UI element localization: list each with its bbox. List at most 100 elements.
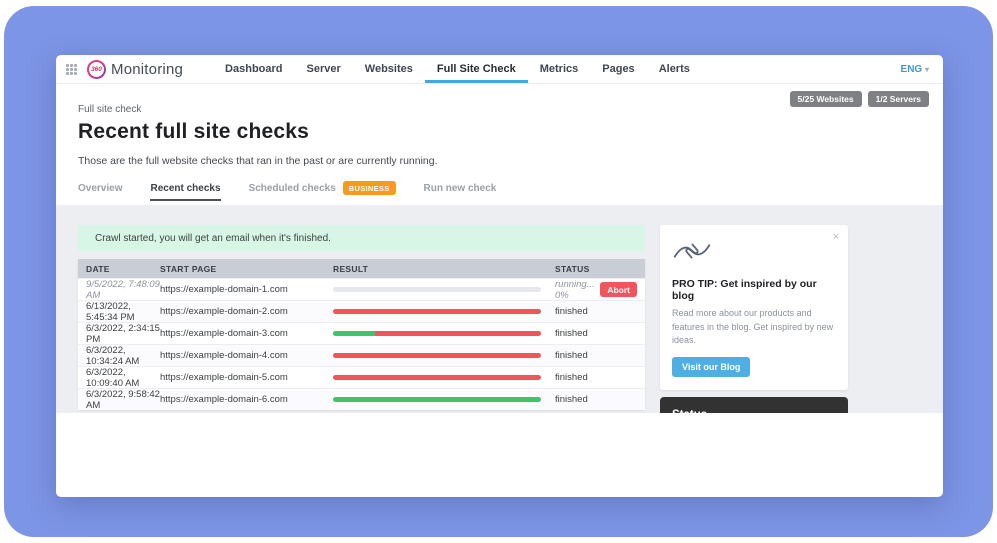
cell-start-page: https://example-domain-6.com bbox=[160, 394, 333, 405]
status-text: finished bbox=[555, 328, 588, 339]
crawl-started-alert: Crawl started, you will get an email whe… bbox=[78, 225, 645, 251]
progress-bar bbox=[333, 331, 541, 336]
handshake-icon bbox=[672, 237, 712, 265]
checks-column: Crawl started, you will get an email whe… bbox=[78, 225, 645, 413]
tab-run-new-check[interactable]: Run new check bbox=[424, 183, 497, 201]
nav-item-pages[interactable]: Pages bbox=[590, 55, 646, 83]
progress-bar bbox=[333, 353, 541, 358]
cell-status: finished bbox=[555, 372, 645, 383]
status-text: finished bbox=[555, 394, 588, 405]
status-text: finished bbox=[555, 306, 588, 317]
tab-label: Run new check bbox=[424, 183, 497, 194]
sidebar: × PRO TIP: Get inspired by our blog Read… bbox=[660, 225, 848, 413]
progress-segment bbox=[333, 397, 541, 402]
progress-bar bbox=[333, 375, 541, 380]
nav-item-websites[interactable]: Websites bbox=[353, 55, 425, 83]
cell-start-page: https://example-domain-1.com bbox=[160, 284, 333, 295]
cell-result bbox=[333, 397, 555, 402]
cell-start-page: https://example-domain-5.com bbox=[160, 372, 333, 383]
tab-label: Overview bbox=[78, 183, 122, 194]
page-title: Recent full site checks bbox=[78, 120, 921, 144]
cell-start-page: https://example-domain-3.com bbox=[160, 328, 333, 339]
brand-logo[interactable]: 360 Monitoring bbox=[87, 55, 183, 83]
apps-grid-icon[interactable] bbox=[66, 64, 77, 75]
usage-badge-0: 5/25 Websites bbox=[790, 91, 862, 107]
cell-date: 9/5/2022, 7:48:09 AM bbox=[78, 279, 160, 301]
cell-result bbox=[333, 309, 555, 314]
protip-card: × PRO TIP: Get inspired by our blog Read… bbox=[660, 225, 848, 390]
table-row: 6/3/2022, 10:34:24 AMhttps://example-dom… bbox=[78, 344, 645, 366]
tab-bar: Overview Recent checks Scheduled checksBUS… bbox=[78, 181, 921, 202]
top-navigation: 360 Monitoring DashboardServerWebsitesFu… bbox=[56, 55, 943, 84]
table-row: 6/3/2022, 2:34:15 PMhttps://example-doma… bbox=[78, 322, 645, 344]
progress-segment bbox=[333, 309, 541, 314]
language-selector[interactable]: ENG ▾ bbox=[901, 64, 929, 75]
status-text: finished bbox=[555, 350, 588, 361]
progress-segment bbox=[333, 353, 541, 358]
table-row: 6/3/2022, 9:58:42 AMhttps://example-doma… bbox=[78, 388, 645, 410]
alert-message: Crawl started, you will get an email whe… bbox=[95, 233, 331, 244]
status-panel: Status SERVERS0 open alert(s)0 servers d… bbox=[660, 397, 848, 414]
cell-status: finished bbox=[555, 306, 645, 317]
cell-result bbox=[333, 375, 555, 380]
cell-status: finished bbox=[555, 350, 645, 361]
progress-bar bbox=[333, 309, 541, 314]
brand-name: Monitoring bbox=[111, 61, 183, 78]
visit-blog-button[interactable]: Visit our Blog bbox=[672, 357, 750, 377]
progress-bar bbox=[333, 397, 541, 402]
column-header-status: STATUS bbox=[555, 264, 645, 274]
table-row: 9/5/2022, 7:48:09 AMhttps://example-doma… bbox=[78, 278, 645, 300]
progress-bar bbox=[333, 287, 541, 292]
nav-item-server[interactable]: Server bbox=[295, 55, 353, 83]
close-icon[interactable]: × bbox=[833, 232, 839, 243]
cell-start-page: https://example-domain-4.com bbox=[160, 350, 333, 361]
tab-overview[interactable]: Overview bbox=[78, 183, 122, 201]
protip-body: Read more about our products and feature… bbox=[672, 307, 836, 348]
cell-result bbox=[333, 331, 555, 336]
logo-360-icon: 360 bbox=[87, 60, 106, 79]
progress-segment bbox=[333, 331, 375, 336]
nav-item-alerts[interactable]: Alerts bbox=[647, 55, 702, 83]
cell-date: 6/3/2022, 2:34:15 PM bbox=[78, 323, 160, 345]
cell-status: running... 0% Abort bbox=[555, 279, 645, 301]
column-header-date: DATE bbox=[78, 264, 160, 274]
protip-title: PRO TIP: Get inspired by our blog bbox=[672, 278, 836, 302]
main-nav: DashboardServerWebsitesFull Site CheckMe… bbox=[213, 55, 702, 83]
language-label: ENG bbox=[901, 64, 923, 75]
cell-date: 6/3/2022, 10:09:40 AM bbox=[78, 367, 160, 389]
nav-item-full-site-check[interactable]: Full Site Check bbox=[425, 55, 528, 83]
stage: 360 Monitoring DashboardServerWebsitesFu… bbox=[0, 0, 997, 543]
progress-segment bbox=[375, 331, 541, 336]
nav-item-metrics[interactable]: Metrics bbox=[528, 55, 591, 83]
checks-table: DATESTART PAGERESULTSTATUS 9/5/2022, 7:4… bbox=[78, 259, 645, 410]
app-window: 360 Monitoring DashboardServerWebsitesFu… bbox=[56, 55, 943, 497]
tab-label: Recent checks bbox=[150, 183, 220, 194]
table-body: 9/5/2022, 7:48:09 AMhttps://example-doma… bbox=[78, 278, 645, 410]
cell-status: finished bbox=[555, 394, 645, 405]
usage-badges: 5/25 Websites 1/2 Servers bbox=[790, 91, 929, 107]
cell-date: 6/3/2022, 9:58:42 AM bbox=[78, 389, 160, 411]
usage-badge-1: 1/2 Servers bbox=[868, 91, 929, 107]
cell-status: finished bbox=[555, 328, 645, 339]
tab-scheduled-checks[interactable]: Scheduled checksBUSINESS bbox=[249, 181, 396, 202]
cell-start-page: https://example-domain-2.com bbox=[160, 306, 333, 317]
page-header: 5/25 Websites1/2 Servers Full site check… bbox=[56, 84, 943, 205]
table-header-row: DATESTART PAGERESULTSTATUS bbox=[78, 259, 645, 278]
business-badge: BUSINESS bbox=[343, 181, 396, 195]
abort-button[interactable]: Abort bbox=[600, 282, 637, 297]
status-text: running... 0% bbox=[555, 279, 595, 301]
status-text: finished bbox=[555, 372, 588, 383]
page-subtitle: Those are the full website checks that r… bbox=[78, 155, 921, 167]
table-row: 6/3/2022, 10:09:40 AMhttps://example-dom… bbox=[78, 366, 645, 388]
table-row: 6/13/2022, 5:45:34 PMhttps://example-dom… bbox=[78, 300, 645, 322]
column-header-start-page: START PAGE bbox=[160, 264, 333, 274]
chevron-down-icon: ▾ bbox=[925, 65, 929, 74]
cell-date: 6/3/2022, 10:34:24 AM bbox=[78, 345, 160, 367]
cell-result bbox=[333, 287, 555, 292]
nav-item-dashboard[interactable]: Dashboard bbox=[213, 55, 294, 83]
tab-recent-checks[interactable]: Recent checks bbox=[150, 183, 220, 201]
status-panel-title: Status bbox=[672, 409, 836, 414]
cell-date: 6/13/2022, 5:45:34 PM bbox=[78, 301, 160, 323]
column-header-result: RESULT bbox=[333, 264, 555, 274]
cell-result bbox=[333, 353, 555, 358]
